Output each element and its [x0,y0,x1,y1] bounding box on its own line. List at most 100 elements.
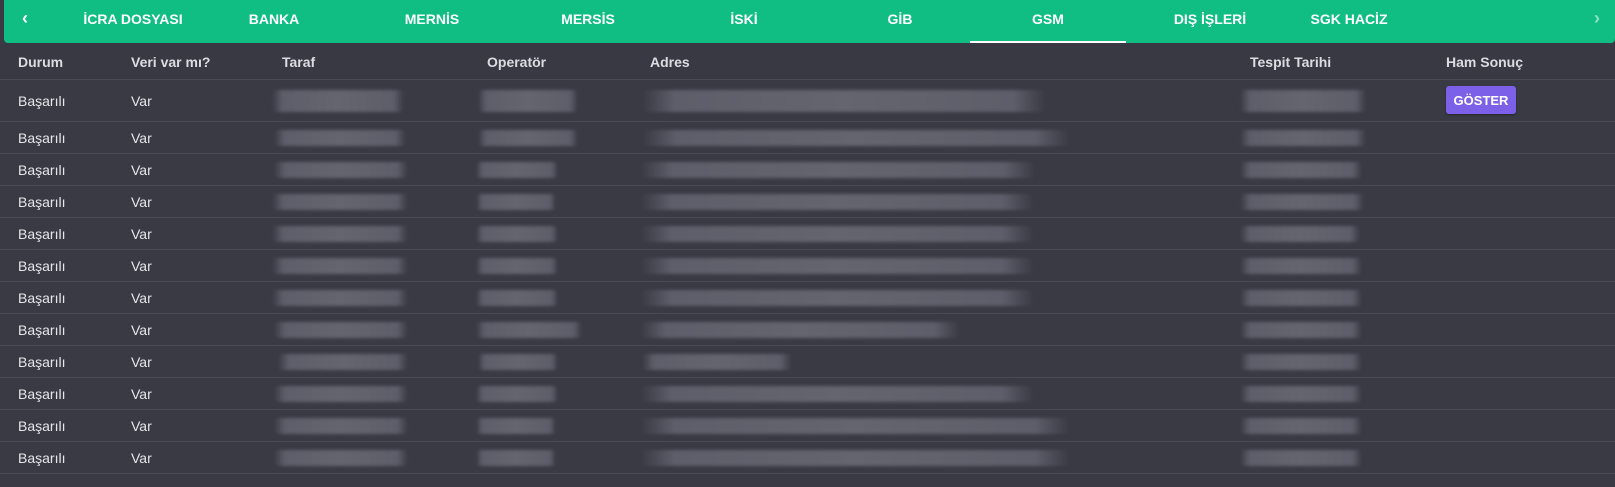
chevron-right-icon[interactable]: › [1582,6,1612,30]
cell-tespit-tarihi-redacted [1240,385,1362,402]
cell-taraf-redacted [274,321,408,338]
cell-tespit-tarihi-redacted [1240,289,1362,306]
cell-veri-var-mi: Var [131,289,152,306]
cell-operator-redacted [478,353,558,370]
cell-operator-redacted [476,385,558,402]
cell-veri-var-mi: Var [131,449,152,466]
cell-taraf-redacted [274,417,408,434]
cell-veri-var-mi: Var [131,193,152,210]
cell-adres-redacted [642,89,1046,112]
column-header-durum[interactable]: Durum [18,44,63,79]
cell-tespit-tarihi-redacted [1240,129,1366,146]
tab-sgk-haciz[interactable]: SGK HACİZ [1284,0,1414,43]
cell-veri-var-mi: Var [131,353,152,370]
tab-gsm[interactable]: GSM [970,0,1126,43]
tab-dis-isleri[interactable]: DIŞ İŞLERİ [1150,0,1270,43]
cell-veri-var-mi: Var [131,129,152,146]
tab-gib[interactable]: GİB [850,0,950,43]
cell-adres-redacted [640,257,1034,274]
goster-button[interactable]: GÖSTER [1446,86,1516,114]
column-header-adres[interactable]: Adres [650,44,690,79]
cell-durum: Başarılı [18,289,66,306]
table-row: Başarılı Var [0,250,1615,282]
cell-taraf-redacted [272,257,408,274]
cell-operator-redacted [476,193,556,210]
column-header-ham-sonuc[interactable]: Ham Sonuç [1446,44,1523,79]
cell-operator-redacted [478,129,578,146]
cell-taraf-redacted [272,89,404,112]
cell-operator-redacted [476,225,558,242]
cell-durum: Başarılı [18,353,66,370]
cell-adres-redacted [640,193,1034,210]
cell-adres-redacted [640,385,1034,402]
table-row: Başarılı Var [0,282,1615,314]
cell-tespit-tarihi-redacted [1240,161,1362,178]
cell-operator-redacted [476,161,558,178]
cell-durum: Başarılı [18,92,66,109]
cell-adres-redacted [642,129,1070,146]
table-row: Başarılı Var [0,122,1615,154]
cell-adres-redacted [640,289,1034,306]
table-row: Başarılı Var [0,314,1615,346]
cell-operator-redacted [478,89,578,112]
cell-tespit-tarihi-redacted [1240,353,1362,370]
table-row: Başarılı Var [0,378,1615,410]
cell-adres-redacted [642,353,792,370]
cell-veri-var-mi: Var [131,321,152,338]
table-header: Durum Veri var mı? Taraf Operatör Adres … [0,44,1615,80]
tab-mernis[interactable]: MERNİS [382,0,482,43]
chevron-left-icon[interactable]: ‹ [10,6,40,30]
cell-tespit-tarihi-redacted [1240,417,1362,434]
table-row: Başarılı Var [0,410,1615,442]
tab-iski[interactable]: İSKİ [694,0,794,43]
cell-adres-redacted [640,321,960,338]
cell-taraf-redacted [274,385,408,402]
cell-tespit-tarihi-redacted [1240,449,1362,466]
cell-tespit-tarihi-redacted [1240,321,1362,338]
cell-durum: Başarılı [18,449,66,466]
cell-veri-var-mi: Var [131,92,152,109]
cell-taraf-redacted [272,225,408,242]
column-header-tespit-tarihi[interactable]: Tespit Tarihi [1250,44,1331,79]
column-header-veri[interactable]: Veri var mı? [131,44,210,79]
table-body: Başarılı Var GÖSTER Başarılı Var Başarılı Var B… [0,80,1615,474]
cell-operator-redacted [476,257,558,274]
cell-tespit-tarihi-redacted [1240,89,1366,112]
cell-veri-var-mi: Var [131,257,152,274]
table-row: Başarılı Var GÖSTER [0,80,1615,122]
tab-icra-dosyasi[interactable]: İCRA DOSYASI [68,0,198,43]
table-row: Başarılı Var [0,218,1615,250]
cell-adres-redacted [640,161,1036,178]
cell-durum: Başarılı [18,385,66,402]
cell-durum: Başarılı [18,257,66,274]
column-header-taraf[interactable]: Taraf [282,44,315,79]
cell-durum: Başarılı [18,321,66,338]
table-row: Başarılı Var [0,346,1615,378]
table-row: Başarılı Var [0,442,1615,474]
table-row: Başarılı Var [0,154,1615,186]
cell-operator-redacted [476,449,556,466]
cell-durum: Başarılı [18,225,66,242]
tab-banka[interactable]: BANKA [224,0,324,43]
cell-taraf-redacted [274,129,406,146]
cell-operator-redacted [476,289,558,306]
cell-adres-redacted [640,417,1070,434]
cell-tespit-tarihi-redacted [1240,257,1362,274]
cell-durum: Başarılı [18,417,66,434]
cell-adres-redacted [640,225,1034,242]
cell-operator-redacted [476,321,582,338]
cell-durum: Başarılı [18,129,66,146]
gsm-results-table: Durum Veri var mı? Taraf Operatör Adres … [0,44,1615,474]
cell-taraf-redacted [274,449,408,466]
tab-bar: ‹ İCRA DOSYASI BANKA MERNİS MERSİS İSKİ … [4,0,1615,43]
tab-mersis[interactable]: MERSİS [538,0,638,43]
cell-durum: Başarılı [18,161,66,178]
cell-taraf-redacted [274,161,408,178]
cell-taraf-redacted [272,193,408,210]
table-row: Başarılı Var [0,186,1615,218]
cell-taraf-redacted [278,353,408,370]
cell-veri-var-mi: Var [131,385,152,402]
cell-operator-redacted [476,417,556,434]
column-header-operator[interactable]: Operatör [487,44,546,79]
cell-tespit-tarihi-redacted [1240,193,1364,210]
